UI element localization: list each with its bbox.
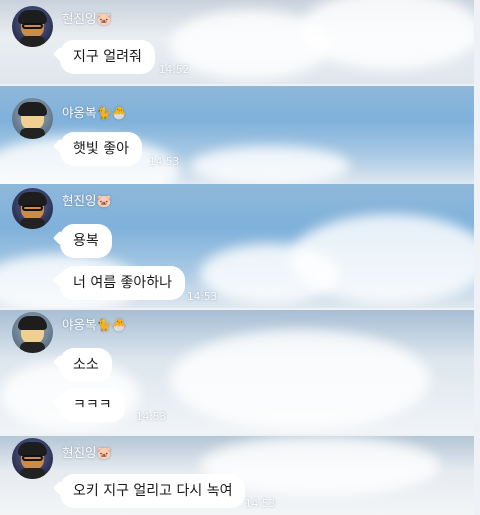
pig-emoji-icon: 🐷 [96,194,112,208]
timestamp: 14:53 [187,291,218,303]
message-text: 지구 얼려줘 [73,49,142,65]
timestamp: 14:53 [245,498,276,510]
message-bubble[interactable]: 너 여름 좋아하나 [60,266,186,300]
avatar-body [20,468,45,479]
message-text: 햇빛 좋아 [73,141,129,157]
avatar-body [20,342,45,353]
avatar[interactable] [12,98,53,139]
avatar-glasses [22,205,43,211]
pig-emoji-icon: 🐷 [96,12,112,26]
avatar-hair [18,10,47,24]
avatar-body [20,218,45,229]
chat-panel: 야옹복🐈🐣 햇빛 좋아 14:53 [0,86,474,184]
avatar-glasses [22,23,43,29]
avatar-glasses [22,455,43,461]
sender-name: 야옹복🐈🐣 [62,317,127,332]
avatar-hair [18,316,47,330]
sender-name: 야옹복🐈🐣 [62,105,127,120]
message-bubble[interactable]: 지구 얼려줘 [60,40,155,74]
avatar-hair [18,192,47,206]
sender-name: 현진잉🐷 [62,193,112,208]
chat-panel: 현진잉🐷 용복 너 여름 좋아하나 14:53 [0,184,474,308]
message-bubble[interactable]: ㅋㅋㅋ [60,388,125,422]
cloud-decoration [200,244,340,304]
message-bubble[interactable]: 용복 [60,224,112,258]
cloud-decoration [190,146,350,184]
timestamp: 14:53 [149,156,180,168]
chat-screenshot: 현진잉🐷 지구 얼려줘 14:52 야옹복🐈🐣 햇빛 좋아 14:53 현진잉🐷… [0,0,480,515]
sender-name: 현진잉🐷 [62,11,112,26]
avatar-hair [18,102,47,116]
timestamp: 14:52 [159,64,190,76]
message-bubble[interactable]: 소소 [60,348,112,382]
message-text: ㅋㅋㅋ [73,397,112,413]
message-bubble[interactable]: 햇빛 좋아 [60,132,142,166]
pig-emoji-icon: 🐷 [96,446,112,460]
avatar-hair [18,442,47,456]
message-bubble[interactable]: 오키 지구 얼리고 다시 녹여 [60,474,246,508]
avatar-body [20,128,45,139]
avatar-body [20,36,45,47]
avatar[interactable] [12,188,53,229]
message-text: 오키 지구 얼리고 다시 녹여 [73,483,233,499]
cloud-decoration [170,330,430,430]
cloud-decoration [300,0,474,70]
chat-panel: 현진잉🐷 지구 얼려줘 14:52 [0,0,474,84]
message-text: 너 여름 좋아하나 [73,275,173,291]
avatar[interactable] [12,312,53,353]
avatar[interactable] [12,6,53,47]
chat-panel: 야옹복🐈🐣 소소 ㅋㅋㅋ 14:53 [0,310,474,434]
timestamp: 14:53 [136,411,167,423]
avatar[interactable] [12,438,53,479]
sender-name: 현진잉🐷 [62,445,112,460]
message-text: 소소 [73,357,99,373]
message-text: 용복 [73,233,99,249]
cat-chick-emoji-icon: 🐈🐣 [96,106,127,120]
cat-chick-emoji-icon: 🐈🐣 [96,318,127,332]
chat-panel: 현진잉🐷 오키 지구 얼리고 다시 녹여 14:53 [0,436,474,515]
